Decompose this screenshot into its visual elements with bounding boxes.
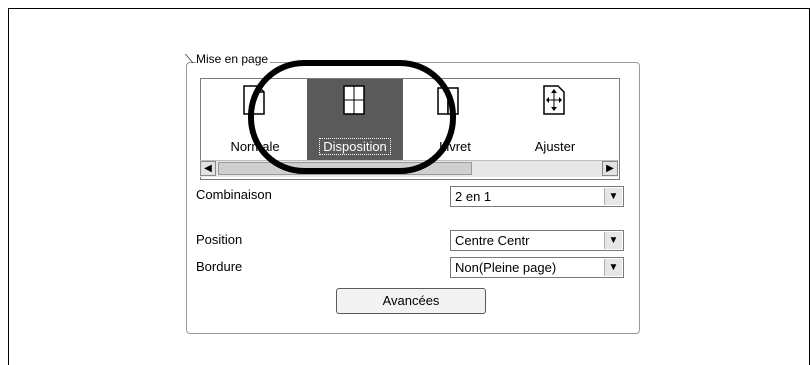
bordure-label: Bordure [196, 259, 243, 274]
combinaison-select[interactable]: 2 en 1 ▼ [450, 186, 624, 207]
chevron-down-icon[interactable]: ▼ [604, 259, 622, 276]
position-label: Position [196, 232, 243, 247]
chevron-down-icon[interactable]: ▼ [604, 232, 622, 249]
group-label: Mise en page [196, 52, 271, 66]
advanced-button[interactable]: Avancées [336, 288, 486, 314]
scroll-right-button[interactable]: ▶ [602, 161, 618, 176]
position-value: Centre Centr [455, 233, 530, 248]
bordure-value: Non(Pleine page) [455, 260, 557, 275]
scroll-left-button[interactable]: ◀ [200, 161, 216, 176]
chevron-left-icon: ◀ [204, 163, 212, 174]
chevron-down-icon[interactable]: ▼ [604, 188, 622, 205]
chevron-right-icon: ▶ [606, 163, 614, 174]
position-select[interactable]: Centre Centr ▼ [450, 230, 624, 251]
bordure-select[interactable]: Non(Pleine page) ▼ [450, 257, 624, 278]
group-pointer-icon: ⟍ [185, 52, 194, 66]
combinaison-label: Combinaison [196, 187, 272, 202]
fit-page-icon [543, 85, 565, 115]
combinaison-value: 2 en 1 [455, 189, 492, 204]
layout-label-ajuster: Ajuster [534, 139, 576, 154]
layout-option-ajuster[interactable]: Ajuster [507, 79, 603, 161]
highlight-circle [248, 60, 456, 174]
